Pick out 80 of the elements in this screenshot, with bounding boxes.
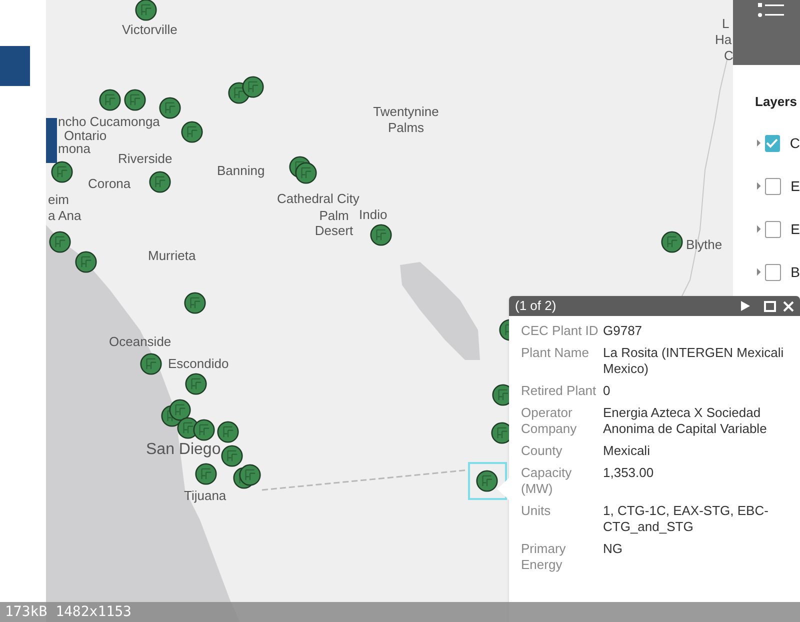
layer-checkbox[interactable] bbox=[764, 220, 781, 238]
place-label: Cathedral City bbox=[277, 191, 360, 206]
maximize-icon[interactable] bbox=[764, 300, 776, 312]
field-label: Operator Company bbox=[521, 405, 578, 437]
place-label: Twentynine Palms bbox=[372, 104, 440, 136]
place-label: Murrieta bbox=[148, 248, 196, 263]
layer-checkbox[interactable] bbox=[764, 264, 781, 280]
next-icon[interactable] bbox=[741, 301, 750, 311]
power-plant-marker[interactable] bbox=[242, 76, 264, 98]
layer-checkbox[interactable] bbox=[764, 178, 781, 194]
field-label: Retired Plant bbox=[521, 383, 598, 399]
place-label: Ha bbox=[715, 32, 732, 47]
power-plant-marker[interactable] bbox=[51, 161, 73, 183]
place-label: Oceanside bbox=[109, 334, 172, 349]
field-label: Units bbox=[521, 503, 552, 520]
power-plant-marker[interactable] bbox=[169, 399, 191, 421]
place-label: Riverside bbox=[118, 151, 172, 166]
field-label: Capacity (MW) bbox=[521, 465, 573, 497]
power-plant-marker[interactable] bbox=[124, 89, 146, 111]
field-label: Plant Name bbox=[521, 345, 590, 362]
field-value: Mexicali bbox=[603, 443, 651, 459]
power-plant-marker[interactable] bbox=[221, 445, 243, 467]
expand-icon[interactable] bbox=[757, 225, 761, 233]
place-label: a Ana bbox=[48, 208, 82, 223]
power-plant-marker[interactable] bbox=[140, 353, 162, 375]
power-plant-marker[interactable] bbox=[49, 231, 71, 253]
expand-icon[interactable] bbox=[757, 268, 761, 276]
power-plant-marker[interactable] bbox=[181, 121, 203, 143]
power-plant-marker[interactable] bbox=[184, 292, 206, 314]
field-label: Primary Energy bbox=[521, 541, 567, 573]
power-plant-marker[interactable] bbox=[193, 419, 215, 441]
layer-name[interactable]: C bbox=[790, 132, 800, 154]
power-plant-marker[interactable] bbox=[239, 464, 261, 486]
field-value: La Rosita (INTERGEN Mexicali Mexico) bbox=[603, 345, 785, 377]
place-label: Palm Desert bbox=[314, 208, 354, 238]
place-label: Blythe bbox=[686, 237, 722, 252]
power-plant-marker[interactable] bbox=[476, 470, 498, 492]
place-label: San Diego bbox=[146, 442, 221, 457]
field-value: Energia Azteca X Sociedad Anonima de Capital Variable bbox=[603, 405, 768, 437]
place-label: Banning bbox=[217, 163, 265, 178]
layer-checkbox[interactable] bbox=[764, 134, 780, 152]
place-label: Indio bbox=[359, 207, 388, 222]
field-value: 0 bbox=[603, 383, 612, 399]
expand-icon[interactable] bbox=[757, 182, 761, 190]
place-label: Victorville bbox=[122, 22, 178, 37]
image-info: 173kB 1482x1153 bbox=[5, 602, 132, 622]
expand-icon[interactable] bbox=[757, 139, 761, 147]
field-label: County bbox=[521, 443, 564, 459]
layer-name[interactable]: E bbox=[790, 176, 800, 196]
layer-list-icon[interactable] bbox=[758, 2, 784, 18]
layers-title: Layers bbox=[755, 93, 798, 111]
power-plant-marker[interactable] bbox=[661, 231, 683, 253]
power-plant-marker[interactable] bbox=[217, 421, 239, 443]
place-label: Corona bbox=[88, 176, 131, 191]
power-plant-marker[interactable] bbox=[185, 373, 207, 395]
power-plant-marker[interactable] bbox=[370, 224, 392, 246]
close-icon[interactable] bbox=[783, 300, 794, 312]
field-value: 1, CTG-1C, EAX-STG, EBC-CTG_and_STG bbox=[603, 503, 770, 535]
layer-name[interactable]: B bbox=[790, 262, 800, 282]
place-label: Ontario bbox=[64, 128, 107, 143]
field-value: G9787 bbox=[603, 323, 644, 339]
place-label: C bbox=[724, 48, 734, 63]
place-label: Tijuana bbox=[184, 488, 226, 503]
power-plant-marker[interactable] bbox=[159, 97, 181, 119]
field-value: NG bbox=[603, 541, 624, 558]
field-label: CEC Plant ID bbox=[521, 323, 600, 339]
power-plant-marker[interactable] bbox=[75, 251, 97, 273]
power-plant-marker[interactable] bbox=[135, 0, 157, 21]
power-plant-marker[interactable] bbox=[149, 171, 171, 193]
power-plant-marker[interactable] bbox=[195, 463, 217, 485]
popup-counter: (1 of 2) bbox=[515, 297, 556, 316]
place-label: mona bbox=[58, 141, 91, 156]
place-label: eim bbox=[48, 192, 69, 207]
power-plant-marker[interactable] bbox=[99, 89, 121, 111]
layer-name[interactable]: E bbox=[790, 218, 800, 240]
place-label: ncho Cucamonga bbox=[58, 114, 160, 129]
power-plant-marker[interactable] bbox=[295, 162, 317, 184]
place-label: L bbox=[722, 16, 730, 31]
field-value: 1,353.00 bbox=[603, 465, 655, 482]
place-label: Escondido bbox=[168, 356, 229, 371]
